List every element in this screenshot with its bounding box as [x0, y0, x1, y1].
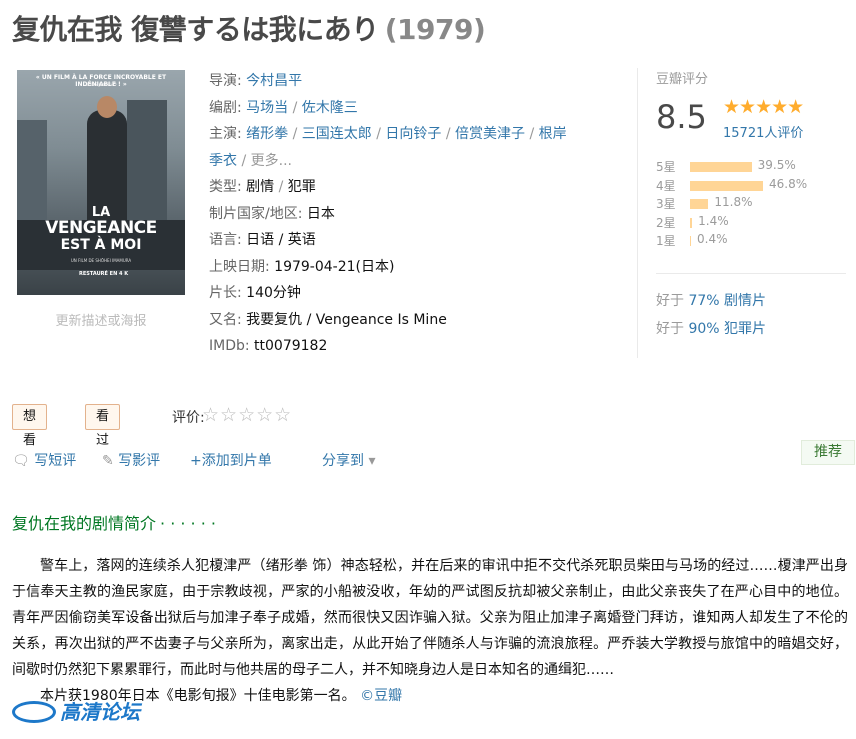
more-cast-link[interactable]: 更多... — [251, 153, 292, 169]
rating-bar-row: 2星 1.4% — [656, 214, 846, 233]
pencil-icon: ✎ — [102, 453, 114, 469]
poster-building — [127, 100, 167, 220]
rating-bar-label: 2星 — [656, 215, 676, 230]
country-row: 制片国家/地区: 日本 — [209, 205, 335, 222]
better-than-drama-link[interactable]: 77% 剧情片 — [688, 293, 766, 309]
want-to-watch-button[interactable]: 想看 — [12, 404, 48, 448]
poster-figure-head — [97, 96, 117, 118]
rating-bar — [690, 162, 752, 172]
better-than-crime: 好于 90% 犯罪片 — [656, 321, 767, 337]
write-short-review[interactable]: 🗨 写短评 — [12, 450, 76, 470]
rating-bar — [690, 236, 691, 246]
better-than-crime-link[interactable]: 90% 犯罪片 — [688, 321, 766, 337]
better-than-drama: 好于 77% 剧情片 — [656, 293, 767, 309]
rate-label: 评价: — [172, 410, 205, 426]
movie-info: 导演: 今村昌平 编剧: 马场当 / 佐木隆三 主演: 绪形拳 / 三国连太郎 … — [209, 68, 629, 360]
director-row: 导演: 今村昌平 — [209, 73, 303, 89]
poster-title-line3: EST À MOI — [60, 237, 142, 253]
rating-bar-pct: 46.8% — [769, 176, 808, 191]
page-title: 复仇在我 復讐するは我にあり (1979) — [12, 8, 486, 48]
douban-source: ©豆瓣 — [360, 688, 403, 704]
rating-bar-label: 1星 — [656, 234, 676, 248]
share-to[interactable]: 分享到 ▾ — [322, 450, 375, 470]
poster-tagline-author: BONG JOON HO — [85, 82, 117, 87]
movie-title: 复仇在我 復讐するは我にあり — [12, 13, 379, 46]
rating-bar-label: 5星 — [656, 160, 676, 174]
poster-title-line2: VENGEANCE — [45, 218, 157, 238]
cast-link[interactable]: 绪形拳 — [246, 126, 288, 142]
rating-count-link[interactable]: 15721人评价 — [723, 122, 803, 141]
rating-bar-row: 3星 11.8% — [656, 195, 846, 214]
update-poster-link[interactable]: 更新描述或海报 — [17, 310, 185, 329]
cast-link[interactable]: 三国连太郎 — [302, 126, 372, 142]
language-row: 语言: 日语 / 英语 — [209, 232, 316, 248]
summary-body: 警车上，落网的连续杀人犯榎津严（绪形拳 饰）神态轻松，并在后来的审讯中拒不交代杀… — [12, 553, 848, 709]
rating-stars-icon: ★★★★★ — [723, 96, 804, 118]
poster-byline: UN FILM DE SHŌHEI IMAMURA — [70, 258, 132, 263]
watched-button[interactable]: 看过 — [85, 404, 121, 448]
rating-bar — [690, 199, 709, 209]
add-to-list[interactable]: +添加到片单 — [190, 450, 272, 470]
comment-icon: 🗨 — [12, 453, 30, 469]
recommend-button[interactable]: 推荐 — [801, 440, 855, 465]
rating-bar-label: 4星 — [656, 178, 676, 193]
rating-bar-row: 5星 39.5% — [656, 158, 846, 177]
cast-row-cont: 季衣 / 更多... — [209, 152, 292, 169]
rating-divider — [656, 273, 846, 274]
rating-bar-row: 1星 0.4% — [656, 232, 846, 251]
movie-poster[interactable]: « UN FILM À LA FORCE INCROYABLE ET INDÉN… — [17, 70, 185, 295]
rating-distribution: 5星 39.5% 4星 46.8% 3星 11.8% 2星 1.4% 1星 0.4% — [656, 158, 846, 251]
rating-bar-pct: 39.5% — [757, 158, 796, 172]
rating-bar — [690, 180, 763, 191]
caret-down-icon: ▾ — [368, 453, 376, 469]
rating-bar-label: 3星 — [656, 197, 676, 211]
rating-bar-pct: 11.8% — [714, 195, 753, 209]
rating-label: 豆瓣评分 — [656, 72, 709, 87]
douban-rating: 豆瓣评分 8.5 ★★★★★ 15721人评价 5星 39.5% 4星 46.8% 3星… — [656, 68, 846, 337]
rating-bar-pct: 1.4% — [698, 213, 729, 228]
summary-heading: 复仇在我的剧情简介 · · · · · · — [12, 514, 216, 533]
cast-link[interactable]: 季衣 — [209, 153, 237, 169]
aka-row: 又名: 我要复仇 / Vengeance Is Mine — [209, 311, 447, 328]
info-divider — [637, 68, 638, 358]
summary-paragraph: 警车上，落网的连续杀人犯榎津严（绪形拳 饰）神态轻松，并在后来的审讯中拒不交代杀… — [12, 558, 848, 678]
cast-link[interactable]: 日向铃子 — [385, 126, 441, 142]
rating-bar-row: 4星 46.8% — [656, 177, 846, 196]
poster-badge: RESTAURÉ EN 4 K — [79, 271, 129, 277]
forum-logo-icon — [12, 700, 56, 723]
rating-score: 8.5 — [656, 98, 707, 136]
rating-bar — [690, 217, 693, 228]
write-review[interactable]: ✎ 写影评 — [102, 450, 160, 470]
writer-row: 编剧: 马场当 / 佐木隆三 — [209, 99, 358, 116]
writer-link[interactable]: 佐木隆三 — [302, 100, 358, 116]
rating-bar-pct: 0.4% — [697, 232, 728, 246]
runtime-row: 片长: 140分钟 — [209, 285, 301, 301]
director-link[interactable]: 今村昌平 — [246, 73, 302, 89]
imdb-row: IMDb: tt0079182 — [209, 338, 328, 354]
cast-link[interactable]: 倍赏美津子 — [455, 126, 525, 142]
rate-stars-icon[interactable]: ☆☆☆☆☆ — [202, 404, 292, 426]
movie-year: (1979) — [384, 13, 486, 46]
writer-link[interactable]: 马场当 — [246, 100, 288, 116]
cast-row: 主演: 绪形拳 / 三国连太郎 / 日向铃子 / 倍赏美津子 / 根岸 — [209, 126, 567, 142]
release-row: 上映日期: 1979-04-21(日本) — [209, 258, 395, 275]
forum-watermark: 高清论坛 — [12, 696, 140, 725]
cast-link[interactable]: 根岸 — [539, 126, 567, 142]
genre-row: 类型: 剧情 / 犯罪 — [209, 179, 316, 195]
